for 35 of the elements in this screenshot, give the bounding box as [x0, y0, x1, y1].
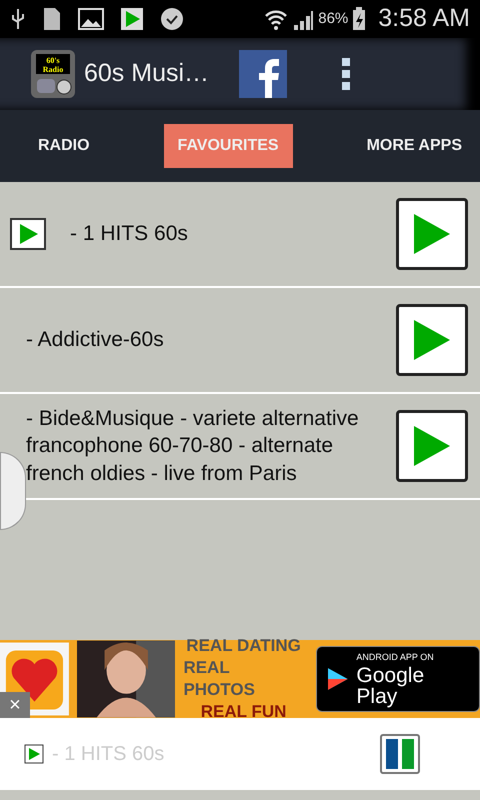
- usb-icon: [10, 7, 26, 31]
- signal-icon: [292, 8, 314, 30]
- app-title: 60s Musi…: [84, 58, 210, 90]
- ad-text: REAL PHOTOS: [183, 656, 256, 701]
- sim-card-icon: [42, 6, 62, 32]
- play-button[interactable]: [396, 304, 468, 376]
- play-store-icon: [326, 667, 348, 691]
- play-button[interactable]: [396, 410, 468, 482]
- play-icon: [412, 318, 452, 362]
- badge-title: Google Play: [356, 664, 426, 707]
- battery-percentage: 86%: [318, 8, 348, 29]
- play-icon: [412, 212, 452, 256]
- station-name[interactable]: - Bide&Musique - variete alternative francophone 60-70-80 - alternate french oldies - live from Paris: [26, 397, 388, 495]
- app-logo: 60's Radio: [30, 49, 76, 99]
- check-icon: [160, 7, 184, 31]
- play-icon: [24, 744, 44, 764]
- station-name[interactable]: - 1 HITS 60s: [70, 212, 388, 256]
- battery-charging-icon: [352, 7, 366, 31]
- image-icon: [78, 8, 104, 30]
- tab[interactable]: MORE APPS: [352, 124, 476, 168]
- drawer-handle[interactable]: [0, 452, 26, 530]
- station-name[interactable]: - Addictive-60s: [26, 318, 388, 362]
- overflow-menu-icon[interactable]: [341, 57, 352, 91]
- play-icon: [412, 424, 452, 468]
- tab[interactable]: RADIO: [24, 124, 104, 168]
- play-button[interactable]: [396, 198, 468, 270]
- ad-banner[interactable]: REAL DATING REAL PHOTOS REAL FUN ANDROID APP ON Google Play ×: [0, 640, 480, 718]
- play-icon: [120, 7, 144, 31]
- clock: 3:58 AM: [378, 3, 470, 34]
- pause-button[interactable]: [380, 734, 420, 774]
- google-play-badge[interactable]: ANDROID APP ON Google Play: [316, 646, 480, 712]
- badge-caption: ANDROID APP ON: [356, 651, 435, 664]
- close-button[interactable]: ×: [0, 692, 30, 718]
- facebook-icon[interactable]: [239, 50, 288, 98]
- pause-icon: [385, 739, 415, 769]
